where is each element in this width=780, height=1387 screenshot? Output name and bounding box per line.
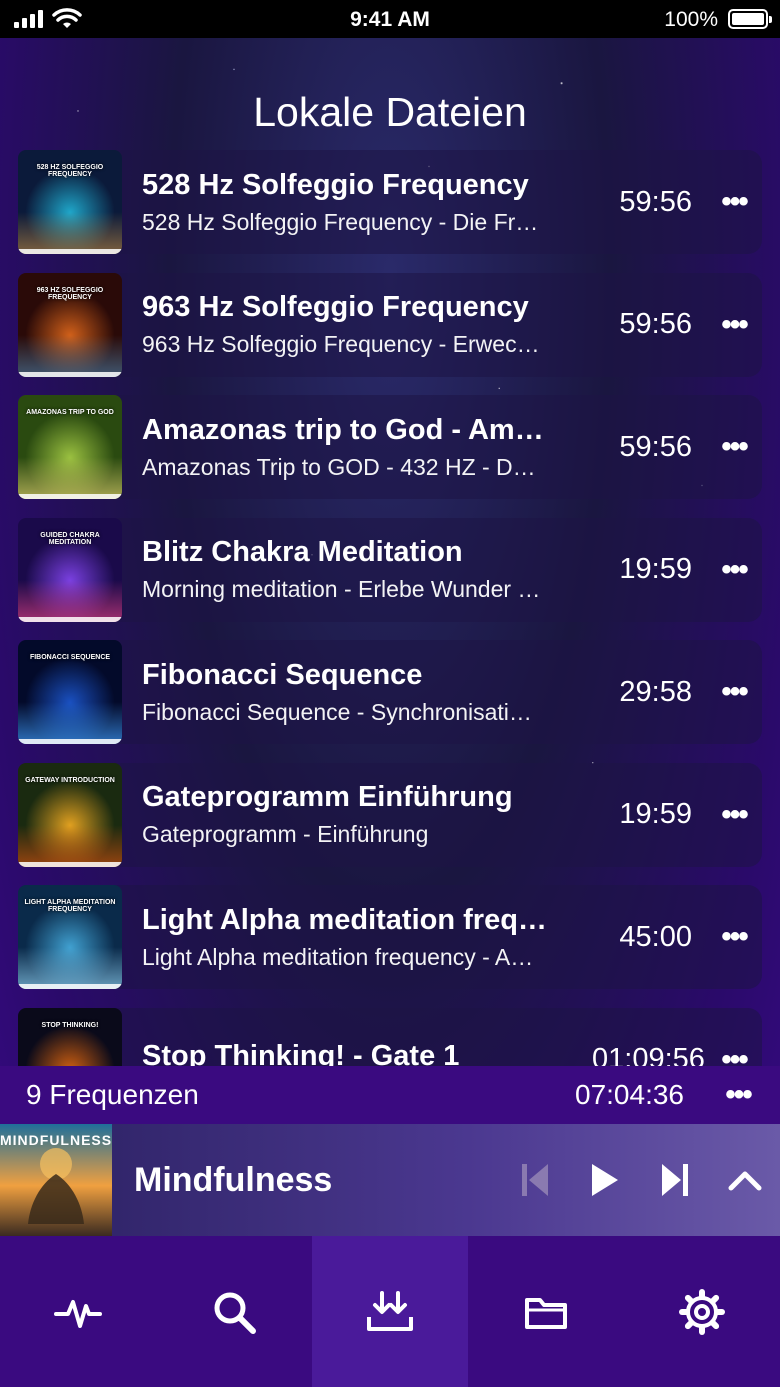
track-duration: 45:00	[619, 920, 692, 953]
tab-search[interactable]	[156, 1236, 312, 1387]
battery-percentage: 100%	[664, 8, 718, 31]
track-more-button[interactable]: •••	[706, 185, 762, 219]
track-duration: 29:58	[619, 675, 692, 708]
track-thumbnail: FIBONACCI SEQUENCE	[18, 640, 122, 744]
status-time: 9:41 AM	[350, 8, 430, 31]
track-duration: 19:59	[619, 798, 692, 830]
pulse-icon	[54, 1299, 102, 1328]
status-bar: 9:41 AM 100%	[0, 0, 780, 38]
track-row[interactable]: 528 HZ SOLFEGGIO FREQUENCY 528 Hz Solfeg…	[18, 150, 762, 254]
track-row[interactable]: STOP THINKING! Stop Thinking! - Gate 1 0…	[18, 1007, 762, 1067]
track-thumbnail: GATEWAY INTRODUCTION	[18, 762, 122, 867]
previous-track-button[interactable]	[500, 1162, 570, 1198]
track-title: 963 Hz Solfeggio Frequency	[142, 291, 529, 323]
track-title: Stop Thinking! - Gate 1	[142, 1039, 460, 1067]
list-summary-bar: 9 Frequenzen 07:04:36 •••	[0, 1066, 780, 1124]
track-thumbnail: 528 HZ SOLFEGGIO FREQUENCY	[18, 150, 122, 254]
tab-pulse[interactable]	[0, 1236, 156, 1387]
skip-back-icon	[522, 1164, 548, 1196]
track-subtitle: Fibonacci Sequence - Synchronisati…	[142, 698, 532, 725]
tab-downloads[interactable]	[312, 1236, 468, 1387]
battery-icon	[728, 9, 772, 29]
summary-more-button[interactable]: •••	[710, 1078, 766, 1112]
track-duration: 59:56	[619, 430, 692, 463]
track-subtitle: 963 Hz Solfeggio Frequency - Erwec…	[142, 331, 540, 357]
track-title: Light Alpha meditation freq…	[142, 903, 547, 936]
skip-forward-icon	[662, 1164, 688, 1196]
track-more-button[interactable]: •••	[706, 798, 762, 832]
track-more-button[interactable]: •••	[706, 553, 762, 587]
track-more-button[interactable]: •••	[706, 308, 762, 342]
now-playing-artwork: MINDFULNESS	[0, 1124, 112, 1236]
thumbnail-caption: GATEWAY INTRODUCTION	[25, 776, 115, 784]
track-more-button[interactable]: •••	[706, 1043, 762, 1067]
track-title: 528 Hz Solfeggio Frequency	[142, 168, 529, 201]
track-more-button[interactable]: •••	[706, 675, 762, 709]
track-title: Blitz Chakra Meditation	[142, 536, 463, 568]
track-duration: 01:09:56	[592, 1043, 705, 1066]
folder-icon	[525, 1297, 567, 1329]
track-row[interactable]: FIBONACCI SEQUENCE Fibonacci Sequence Fi…	[18, 640, 762, 744]
play-icon	[592, 1164, 618, 1196]
track-row[interactable]: AMAZONAS TRIP TO GOD Amazonas trip to Go…	[18, 395, 762, 499]
track-row[interactable]: LIGHT ALPHA MEDITATION FREQUENCY Light A…	[18, 885, 762, 989]
downloads-icon	[367, 1290, 413, 1331]
tab-settings[interactable]	[624, 1236, 780, 1387]
track-thumbnail: LIGHT ALPHA MEDITATION FREQUENCY	[18, 885, 122, 989]
track-subtitle: 528 Hz Solfeggio Frequency - Die Fr…	[142, 208, 539, 235]
now-playing-title: Mindfulness	[134, 1160, 333, 1199]
track-list[interactable]: 528 HZ SOLFEGGIO FREQUENCY 528 Hz Solfeg…	[18, 150, 762, 1066]
thumbnail-caption: STOP THINKING!	[41, 1021, 99, 1029]
track-row[interactable]: GATEWAY INTRODUCTION Gateprogramm Einfüh…	[18, 762, 762, 867]
track-title: Gateprogramm Einführung	[142, 781, 513, 813]
thumbnail-caption: AMAZONAS TRIP TO GOD	[26, 409, 114, 416]
track-duration: 59:56	[619, 308, 692, 340]
track-thumbnail: GUIDED CHAKRA MEDITATION	[18, 517, 122, 622]
track-row[interactable]: GUIDED CHAKRA MEDITATION Blitz Chakra Me…	[18, 517, 762, 622]
page-title: Lokale Dateien	[253, 89, 527, 136]
play-button[interactable]	[570, 1162, 640, 1198]
tab-bar	[0, 1236, 780, 1387]
tab-files[interactable]	[468, 1236, 624, 1387]
track-duration: 19:59	[619, 553, 692, 585]
total-duration: 07:04:36	[575, 1079, 684, 1110]
thumbnail-caption: 528 HZ SOLFEGGIO FREQUENCY	[36, 164, 104, 178]
track-subtitle: Light Alpha meditation frequency - A…	[142, 943, 534, 970]
thumbnail-caption: FIBONACCI SEQUENCE	[29, 654, 111, 661]
track-title: Amazonas trip to God - Am…	[142, 413, 544, 446]
thumbnail-caption: LIGHT ALPHA MEDITATION FREQUENCY	[24, 899, 116, 913]
track-duration: 59:56	[619, 185, 692, 218]
track-row[interactable]: 963 HZ SOLFEGGIO FREQUENCY 963 Hz Solfeg…	[18, 272, 762, 377]
search-icon	[214, 1292, 256, 1334]
thumbnail-caption: 963 HZ SOLFEGGIO FREQUENCY	[36, 286, 104, 301]
expand-player-button[interactable]	[710, 1168, 780, 1192]
track-subtitle: Morning meditation - Erlebe Wunder …	[142, 576, 541, 602]
mini-player[interactable]: MINDFULNESS Mindfulness	[0, 1124, 780, 1236]
settings-gear-icon	[679, 1288, 725, 1335]
track-thumbnail: 963 HZ SOLFEGGIO FREQUENCY	[18, 272, 122, 377]
track-thumbnail: AMAZONAS TRIP TO GOD	[18, 395, 122, 499]
next-track-button[interactable]	[640, 1162, 710, 1198]
track-more-button[interactable]: •••	[706, 430, 762, 464]
track-count: 9 Frequenzen	[26, 1079, 199, 1110]
track-thumbnail: STOP THINKING!	[18, 1007, 122, 1066]
track-title: Fibonacci Sequence	[142, 658, 423, 691]
track-more-button[interactable]: •••	[706, 920, 762, 954]
track-subtitle: Amazonas Trip to GOD - 432 HZ - D…	[142, 453, 536, 480]
track-subtitle: Gateprogramm - Einführung	[142, 821, 429, 847]
chevron-up-icon	[728, 1171, 762, 1191]
thumbnail-caption: GUIDED CHAKRA MEDITATION	[40, 531, 100, 546]
